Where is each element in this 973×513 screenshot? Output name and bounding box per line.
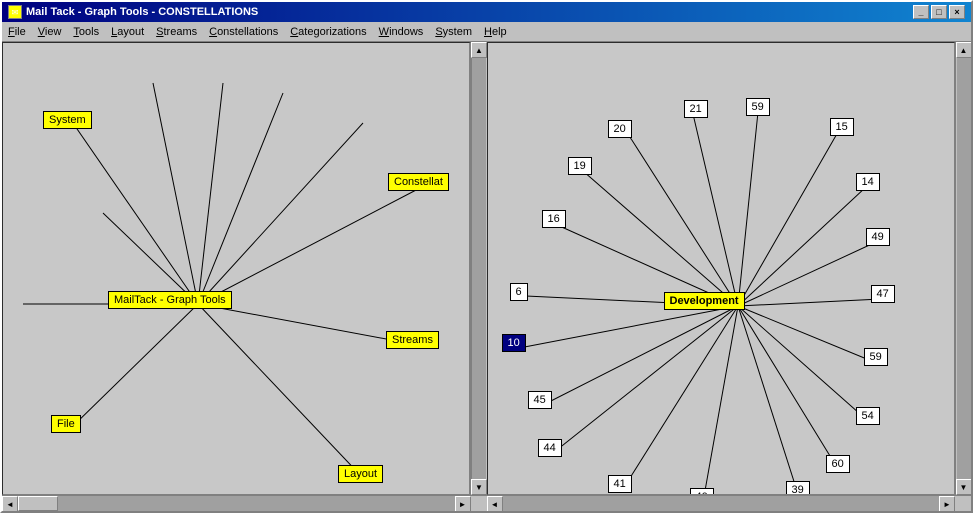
node-49[interactable]: 49 (866, 228, 890, 246)
right-bottom-bar: ◄ ► (487, 495, 972, 511)
node-41[interactable]: 41 (608, 475, 632, 493)
main-window: ✉ Mail Tack - Graph Tools - CONSTELLATIO… (0, 0, 973, 513)
right-hscroll-track (503, 496, 940, 511)
title-bar-left: ✉ Mail Tack - Graph Tools - CONSTELLATIO… (8, 5, 258, 19)
window-title: Mail Tack - Graph Tools - CONSTELLATIONS (26, 6, 258, 18)
title-bar: ✉ Mail Tack - Graph Tools - CONSTELLATIO… (2, 2, 971, 22)
left-pane-inner: System Constellat MailTack - Graph Tools… (2, 42, 487, 495)
node-layout[interactable]: Layout (338, 465, 383, 483)
left-scroll-track (472, 58, 486, 479)
left-hscroll-thumb (18, 496, 58, 511)
node-19[interactable]: 19 (568, 157, 592, 175)
content-area: System Constellat MailTack - Graph Tools… (2, 42, 971, 511)
right-pane-wrapper: 20 21 59 15 19 14 16 49 6 47 Development… (487, 42, 972, 511)
menu-tools[interactable]: Tools (67, 24, 105, 40)
menu-constellations[interactable]: Constellations (203, 24, 284, 40)
right-scroll-down[interactable]: ▼ (956, 479, 972, 495)
node-16[interactable]: 16 (542, 210, 566, 228)
node-14[interactable]: 14 (856, 173, 880, 191)
menu-windows[interactable]: Windows (373, 24, 430, 40)
node-60[interactable]: 60 (826, 455, 850, 473)
right-pane-inner: 20 21 59 15 19 14 16 49 6 47 Development… (487, 42, 972, 495)
menu-help[interactable]: Help (478, 24, 513, 40)
left-pane-wrapper: System Constellat MailTack - Graph Tools… (2, 42, 487, 511)
right-scrollbar-v[interactable]: ▲ ▼ (955, 42, 971, 495)
left-graph-pane: System Constellat MailTack - Graph Tools… (2, 42, 471, 495)
node-45[interactable]: 45 (528, 391, 552, 409)
node-47[interactable]: 47 (871, 285, 895, 303)
left-corner (471, 496, 487, 511)
menu-bar: File View Tools Layout Streams Constella… (2, 22, 971, 42)
node-system[interactable]: System (43, 111, 92, 129)
minimize-button[interactable]: _ (913, 5, 929, 19)
node-21[interactable]: 21 (684, 100, 708, 118)
left-hscroll-track (18, 496, 455, 511)
node-54[interactable]: 54 (856, 407, 880, 425)
left-scroll-up[interactable]: ▲ (471, 42, 487, 58)
left-scroll-right[interactable]: ► (455, 496, 471, 511)
left-scroll-left[interactable]: ◄ (2, 496, 18, 511)
node-development[interactable]: Development (664, 292, 745, 310)
node-20[interactable]: 20 (608, 120, 632, 138)
close-button[interactable]: × (949, 5, 965, 19)
node-40[interactable]: 40 (690, 488, 714, 495)
right-scroll-up[interactable]: ▲ (956, 42, 972, 58)
title-buttons: _ □ × (913, 5, 965, 19)
left-bottom-bar: ◄ ► (2, 495, 487, 511)
menu-file[interactable]: File (2, 24, 32, 40)
left-scrollbar-v[interactable]: ▲ ▼ (471, 42, 487, 495)
node-59b[interactable]: 59 (864, 348, 888, 366)
right-scroll-left[interactable]: ◄ (487, 496, 503, 511)
node-streams[interactable]: Streams (386, 331, 439, 349)
right-graph-lines (488, 43, 955, 494)
node-39[interactable]: 39 (786, 481, 810, 495)
node-10[interactable]: 10 (502, 334, 526, 352)
right-scroll-right[interactable]: ► (939, 496, 955, 511)
menu-streams[interactable]: Streams (150, 24, 203, 40)
right-scroll-track (957, 58, 971, 479)
right-graph-pane: 20 21 59 15 19 14 16 49 6 47 Development… (487, 42, 956, 495)
node-15[interactable]: 15 (830, 118, 854, 136)
node-constellat[interactable]: Constellat (388, 173, 449, 191)
left-scroll-down[interactable]: ▼ (471, 479, 487, 495)
node-6[interactable]: 6 (510, 283, 528, 301)
node-59a[interactable]: 59 (746, 98, 770, 116)
menu-view[interactable]: View (32, 24, 68, 40)
right-corner (955, 496, 971, 511)
node-mailtack[interactable]: MailTack - Graph Tools (108, 291, 232, 309)
menu-layout[interactable]: Layout (105, 24, 150, 40)
app-icon: ✉ (8, 5, 22, 19)
maximize-button[interactable]: □ (931, 5, 947, 19)
menu-system[interactable]: System (429, 24, 478, 40)
menu-categorizations[interactable]: Categorizations (284, 24, 372, 40)
node-44[interactable]: 44 (538, 439, 562, 457)
node-file[interactable]: File (51, 415, 81, 433)
